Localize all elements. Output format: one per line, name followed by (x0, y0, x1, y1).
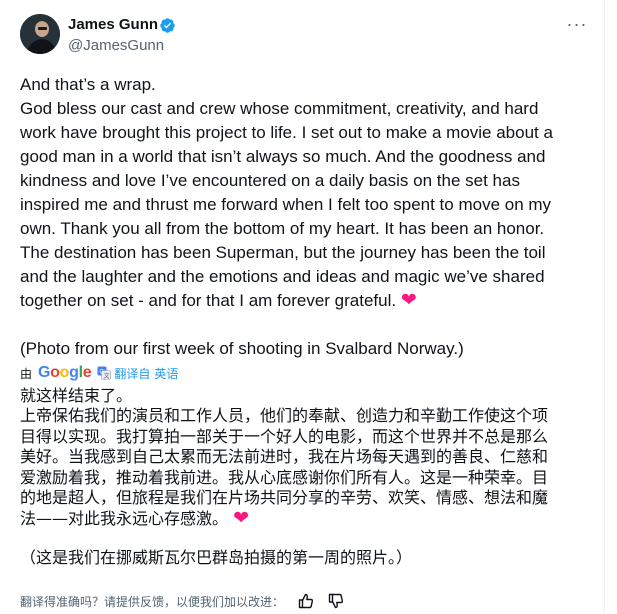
tweet-line: The destination has been Superman, but t… (20, 243, 546, 262)
photo-note: (Photo from our first week of shooting i… (20, 339, 464, 358)
translated-line: 爱激励着我，推动着我前进。我从心底感谢你们所有人。这是一种荣幸。目 (20, 467, 549, 487)
tweet-line: inspired me and thrust me forward when I… (20, 195, 552, 214)
author-name[interactable]: James Gunn (68, 16, 158, 33)
more-options-icon[interactable]: ··· (564, 14, 590, 40)
translated-by-label: 由 (20, 366, 33, 381)
google-logo: Google (38, 364, 92, 381)
translated-line: 法——对此我永远心存感激。 (20, 509, 234, 529)
tweet-line: And that’s a wrap. (20, 75, 156, 94)
google-translate-icon: G 文 (97, 366, 112, 380)
thumbs-down-icon[interactable] (328, 593, 344, 609)
translated-line: 上帝保佑我们的演员和工作人员，他们的奉献、创造力和辛勤工作使这个项 (20, 406, 549, 426)
tweet-line: kindness and love I’ve encountered on a … (20, 171, 520, 190)
translated-line: 目得以实现。我打算拍一部关于一个好人的电影，而这个世界并不总是那么 (20, 426, 549, 446)
tweet-line: work have brought this project to life. … (20, 123, 553, 142)
tweet-card: James Gunn @JamesGunn ··· And that’s a w… (0, 0, 604, 614)
tweet-header: James Gunn @JamesGunn ··· (20, 14, 590, 60)
tweet-line: and the laughter and the emotions and id… (20, 267, 545, 286)
translated-line: 的地是超人，但旅程是我们在片场共同分享的辛劳、欢笑、情感、想法和魔 (20, 488, 549, 508)
tweet-line-last: together on set - and for that I am fore… (20, 289, 585, 313)
translated-photo-note: （这是我们在挪威斯瓦尔巴群岛拍摄的第一周的照片。） (20, 548, 413, 567)
avatar[interactable] (20, 14, 60, 54)
translated-text: 就这样结束了。 上帝保佑我们的演员和工作人员，他们的奉献、创造力和辛勤工作使这个… (20, 386, 590, 530)
translated-from-label: 翻译自 (114, 366, 151, 381)
verified-badge-icon (159, 17, 176, 34)
translation-feedback: 翻译得准确吗？请提供反馈，以便我们加以改进： (20, 591, 344, 611)
feedback-prompt: 翻译得准确吗？请提供反馈，以便我们加以改进： (20, 594, 285, 609)
source-language-link[interactable]: 英语 (154, 365, 178, 382)
tweet-line: God bless our cast and crew whose commit… (20, 99, 539, 118)
thumbs-up-icon[interactable] (298, 593, 314, 609)
tweet-line: own. Thank you all from the bottom of my… (20, 219, 545, 238)
svg-text:文: 文 (104, 372, 110, 380)
column-divider (604, 0, 605, 614)
tweet-text: And that’s a wrap. God bless our cast an… (20, 73, 585, 313)
tweet-line: together on set - and for that I am fore… (20, 291, 401, 310)
translated-line-last: 法——对此我永远心存感激。 ❤ (20, 508, 590, 529)
translation-attribution: 由 Google G 文 翻译自 英语 (20, 363, 178, 383)
tweet-line: good man in a world that isn’t always so… (20, 147, 546, 166)
heart-icon: ❤ (233, 507, 250, 530)
author-handle[interactable]: @JamesGunn (68, 37, 164, 54)
translated-line: 美好。当我感到自己太累而无法前进时，我在片场每天遇到的善良、仁慈和 (20, 447, 549, 467)
translated-line: 就这样结束了。 (20, 386, 133, 405)
heart-icon: ❤ (400, 290, 417, 311)
